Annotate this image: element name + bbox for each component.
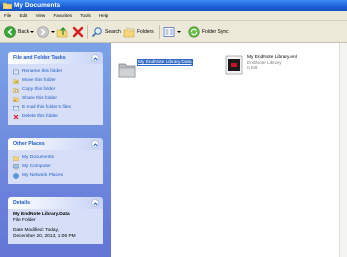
panel-title: File and Folder Tasks <box>13 55 66 61</box>
search-button[interactable]: Search <box>91 25 121 39</box>
collapse-icon[interactable] <box>91 54 99 62</box>
task-pane: File and Folder Tasks Rename this folder… <box>0 43 111 257</box>
panel-title: Details <box>13 200 31 206</box>
menu-help[interactable]: Help <box>99 13 108 18</box>
folder-item[interactable]: My EndNote Library.Data <box>117 59 193 79</box>
file-name: My EndNote Library.enl <box>247 55 297 60</box>
move-folder-icon <box>13 78 19 84</box>
place-label: My Computer <box>22 164 51 169</box>
panel-title: Other Places <box>13 141 45 147</box>
task-email-files[interactable]: E-mail this folder's files <box>13 103 98 112</box>
task-label: Copy this folder <box>22 87 56 92</box>
task-label: Share this folder <box>22 96 57 101</box>
back-button[interactable]: Back <box>4 25 29 39</box>
menu-favorites[interactable]: Favorites <box>54 13 73 18</box>
menu-tools[interactable]: Tools <box>80 13 91 18</box>
toolbar: Back Search Folders Folder Sync <box>0 21 347 43</box>
views-icon <box>163 27 175 37</box>
title-bar[interactable]: My Documents <box>0 0 347 11</box>
folders-icon <box>123 27 135 38</box>
search-icon <box>91 27 102 38</box>
collapse-icon[interactable] <box>91 199 99 207</box>
other-places-header[interactable]: Other Places <box>8 138 103 150</box>
menu-view[interactable]: View <box>36 13 46 18</box>
place-my-computer[interactable]: My Computer <box>13 162 98 171</box>
folders-button[interactable]: Folders <box>123 25 154 39</box>
toolbar-separator <box>87 25 88 39</box>
place-label: My Network Places <box>22 173 64 178</box>
share-folder-icon <box>13 96 19 102</box>
folder-sync-label: Folder Sync <box>202 29 229 35</box>
folder-icon <box>3 2 12 9</box>
endnote-library-item[interactable]: My EndNote Library.enl EndNote Library 0… <box>224 55 297 75</box>
up-folder-button[interactable] <box>56 25 68 39</box>
search-label: Search <box>105 29 121 35</box>
folder-name: My EndNote Library.Data <box>137 59 193 66</box>
chevron-down-icon <box>30 31 34 33</box>
file-info: My EndNote Library.enl EndNote Library 0… <box>247 55 297 75</box>
other-places-panel: Other Places My Documents My Computer My… <box>8 138 103 184</box>
place-label: My Documents <box>22 155 54 160</box>
task-label: Delete this folder <box>22 114 58 119</box>
my-computer-icon <box>13 163 19 170</box>
task-label: E-mail this folder's files <box>22 105 71 110</box>
copy-folder-icon <box>13 87 19 93</box>
my-documents-icon <box>13 155 19 161</box>
window-title: My Documents <box>14 2 61 9</box>
forward-arrow-icon <box>37 26 49 38</box>
red-x-icon <box>72 26 84 38</box>
details-panel: Details My EndNote Library.Data File Fol… <box>8 197 103 244</box>
rename-icon <box>13 69 19 74</box>
chevron-down-icon <box>177 31 181 33</box>
endnote-file-icon <box>225 55 243 75</box>
task-label: Move this folder <box>22 78 56 83</box>
task-copy-folder[interactable]: Copy this folder <box>13 85 98 94</box>
menu-bar: File Edit View Favorites Tools Help <box>0 11 347 21</box>
details-header[interactable]: Details <box>8 197 103 209</box>
network-places-icon <box>13 172 19 179</box>
delete-button[interactable] <box>72 25 84 39</box>
menu-edit[interactable]: Edit <box>20 13 28 18</box>
collapse-icon[interactable] <box>91 140 99 148</box>
back-dropdown[interactable] <box>30 25 34 39</box>
details-modified-date: December 20, 2013, 1:06 PM <box>13 234 76 239</box>
other-places-list: My Documents My Computer My Network Plac… <box>8 150 103 184</box>
toolbar-separator <box>159 25 160 39</box>
folder-sync-button[interactable]: Folder Sync <box>188 25 229 39</box>
file-folder-tasks-panel: File and Folder Tasks Rename this folder… <box>8 52 103 125</box>
forward-button[interactable] <box>37 25 55 39</box>
menu-file[interactable]: File <box>4 13 11 18</box>
up-folder-icon <box>56 27 68 38</box>
back-label: Back <box>18 29 30 35</box>
views-button[interactable] <box>163 25 181 39</box>
gray-folder-icon <box>118 63 136 78</box>
place-my-network[interactable]: My Network Places <box>13 171 98 180</box>
chevron-down-icon <box>51 31 55 33</box>
folders-label: Folders <box>137 29 154 35</box>
delete-icon <box>13 114 19 119</box>
back-arrow-icon <box>4 26 16 38</box>
task-move-folder[interactable]: Move this folder <box>13 76 98 85</box>
task-delete-folder[interactable]: Delete this folder <box>13 112 98 121</box>
file-view: My EndNote Library.Data My EndNote Libra… <box>111 43 339 257</box>
task-share-folder[interactable]: Share this folder <box>13 94 98 103</box>
file-size: 0 KB <box>247 66 258 72</box>
sync-icon <box>188 26 200 38</box>
place-my-documents[interactable]: My Documents <box>13 153 98 162</box>
file-folder-tasks-header[interactable]: File and Folder Tasks <box>8 52 103 64</box>
explorer-window: My Documents File Edit View Favorites To… <box>0 0 347 257</box>
vertical-scrollbar[interactable] <box>339 43 347 257</box>
email-icon <box>13 105 19 110</box>
task-rename-folder[interactable]: Rename this folder <box>13 67 98 76</box>
task-label: Rename this folder <box>22 69 63 74</box>
file-folder-tasks-list: Rename this folder Move this folder Copy… <box>8 64 103 125</box>
details-body: My EndNote Library.Data File Folder Date… <box>8 209 103 244</box>
